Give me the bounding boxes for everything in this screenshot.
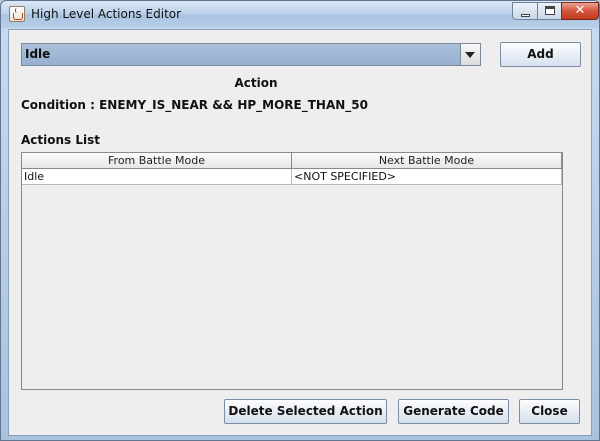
action-heading: Action (234, 76, 278, 90)
column-header-from-battle-mode[interactable]: From Battle Mode (22, 153, 292, 169)
title-bar[interactable]: High Level Actions Editor ✕ (1, 1, 599, 28)
table-cell-from-battle-mode[interactable]: Idle (22, 169, 292, 185)
actions-list-label: Actions List (21, 133, 100, 147)
actions-table[interactable]: From Battle Mode Next Battle Mode Idle <… (21, 152, 563, 390)
minimize-icon (521, 14, 530, 17)
maximize-icon (545, 6, 555, 15)
generate-code-button[interactable]: Generate Code (398, 399, 509, 424)
table-header: From Battle Mode Next Battle Mode (22, 153, 562, 169)
window-title: High Level Actions Editor (31, 7, 182, 21)
table-cell-next-battle-mode[interactable]: <NOT SPECIFIED> (292, 169, 562, 185)
minimize-button[interactable] (512, 2, 538, 20)
maximize-button[interactable] (537, 2, 562, 20)
delete-selected-action-button[interactable]: Delete Selected Action (224, 399, 387, 424)
chevron-down-icon[interactable] (460, 44, 480, 65)
table-row[interactable]: Idle <NOT SPECIFIED> (22, 169, 562, 185)
close-icon: ✕ (574, 3, 586, 18)
action-select[interactable]: Idle (21, 43, 481, 66)
dialog-window: High Level Actions Editor ✕ Idle Add Act… (0, 0, 600, 441)
column-header-next-battle-mode[interactable]: Next Battle Mode (292, 153, 562, 169)
action-select-value: Idle (25, 47, 51, 61)
close-button[interactable]: Close (519, 399, 580, 424)
java-cup-icon (9, 6, 25, 22)
close-window-button[interactable]: ✕ (561, 2, 599, 20)
add-button[interactable]: Add (500, 42, 581, 67)
condition-label: Condition : ENEMY_IS_NEAR && HP_MORE_THA… (21, 98, 368, 112)
dialog-content: Idle Add Action Condition : ENEMY_IS_NEA… (8, 29, 592, 436)
